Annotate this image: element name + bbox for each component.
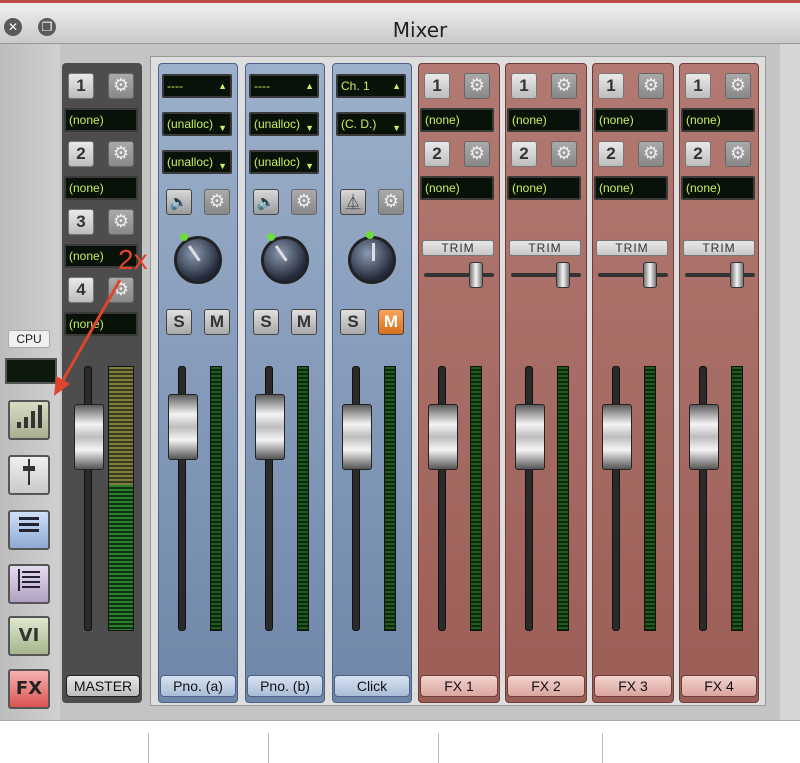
divider [148, 733, 149, 763]
divider [268, 733, 269, 763]
annotation-label: 2x [118, 244, 148, 275]
bottom-status-bar [0, 720, 800, 763]
divider [602, 733, 603, 763]
divider [438, 733, 439, 763]
annotation-arrow [54, 279, 122, 396]
